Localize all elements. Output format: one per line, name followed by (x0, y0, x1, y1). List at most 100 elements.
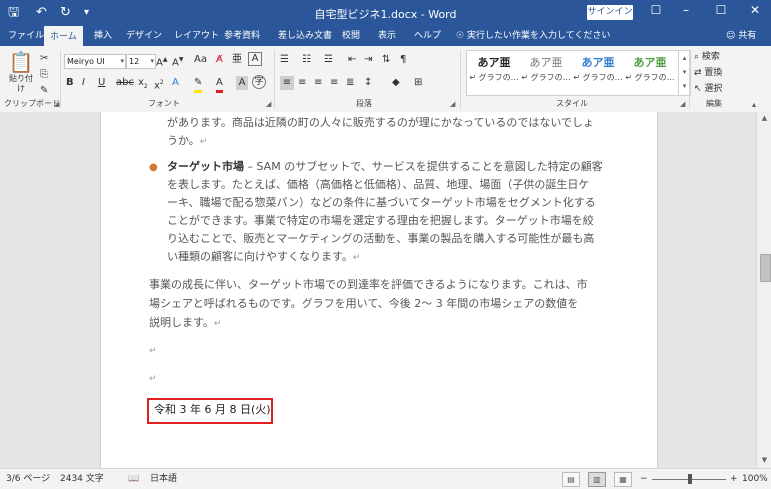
style-sample: あア亜 (581, 56, 615, 69)
web-layout-icon[interactable]: ▦ (614, 472, 632, 487)
proofing-icon[interactable]: 📖 (128, 472, 139, 486)
style-name: ↵ グラフの… (469, 73, 519, 82)
align-center-icon[interactable]: ≡ (298, 76, 306, 90)
tab-mailings[interactable]: 差し込み文書 (278, 26, 332, 46)
paragraph-mark: ↵ (352, 253, 361, 263)
find-label: 検索 (701, 52, 720, 62)
enclose-characters-icon[interactable]: A (248, 52, 262, 66)
maximize-icon[interactable]: ☐ (711, 3, 731, 17)
select-arrow-icon: ↖ (694, 84, 702, 94)
bold-icon[interactable]: B (66, 76, 74, 90)
tell-me-search[interactable]: ☉ 実行したい作業を入力してください (456, 26, 610, 46)
share-button[interactable]: ☺ 共有 (726, 26, 756, 46)
clear-formatting-icon[interactable]: A̸ (216, 53, 223, 67)
font-size-combo[interactable]: 12 ▾ (126, 54, 156, 69)
change-case-icon[interactable]: Aa (194, 53, 207, 67)
multilevel-list-icon[interactable]: ☲ (324, 53, 333, 67)
font-color-icon[interactable]: A (216, 76, 223, 93)
cut-icon[interactable]: ✂ (40, 52, 48, 66)
sort-icon[interactable]: ⇅ (382, 53, 390, 67)
tab-file[interactable]: ファイル (8, 26, 44, 46)
scroll-up-icon[interactable]: ▲ (757, 114, 771, 122)
justify-icon[interactable]: ≡ (330, 76, 338, 90)
enclosed-character-icon[interactable]: 字 (252, 75, 266, 89)
style-item[interactable]: あア亜 ↵ グラフの… (469, 55, 519, 85)
show-marks-icon[interactable]: ¶ (400, 53, 406, 67)
page-count[interactable]: 3/6 ページ (6, 472, 50, 486)
tab-design[interactable]: デザイン (126, 26, 162, 46)
replace-button[interactable]: ⇄ 置換 (694, 66, 722, 80)
text-line: があります。商品は近隣の町の人々に販売するのが理にかなっているのではないでしょ (167, 116, 595, 129)
tab-layout[interactable]: レイアウト (174, 26, 219, 46)
font-launcher-icon[interactable]: ◢ (266, 100, 271, 108)
style-sample: あア亜 (633, 56, 667, 69)
close-icon[interactable]: ✕ (745, 3, 765, 17)
clipboard-icon: 📋 (8, 50, 34, 74)
copy-icon[interactable]: ⎘ (40, 68, 48, 82)
strikethrough-icon[interactable]: abc (116, 76, 134, 90)
borders-icon[interactable]: ⊞ (414, 76, 422, 90)
paragraph-launcher-icon[interactable]: ◢ (450, 100, 455, 108)
zoom-in-icon[interactable]: + (730, 472, 738, 486)
styles-group-label: スタイル (556, 99, 588, 108)
shrink-font-icon[interactable]: A▼ (172, 53, 183, 70)
paste-button[interactable]: 📋 貼り付け (6, 50, 36, 94)
align-right-icon[interactable]: ≡ (314, 76, 322, 90)
style-sample: あア亜 (477, 56, 511, 69)
shading-icon[interactable]: ◆ (392, 76, 400, 90)
superscript-icon[interactable]: x2 (154, 76, 164, 93)
font-name-combo[interactable]: Meiryo UI ▾ (64, 54, 126, 69)
scroll-down-icon[interactable]: ▼ (757, 456, 771, 464)
vertical-scrollbar[interactable]: ▲ ▼ (756, 112, 771, 468)
tab-references[interactable]: 参考資料 (224, 26, 260, 46)
increase-indent-icon[interactable]: ⇥ (364, 53, 372, 67)
align-left-icon[interactable]: ≡ (280, 76, 294, 90)
grow-font-icon[interactable]: A▲ (156, 53, 167, 70)
subscript-icon[interactable]: x2 (138, 76, 148, 94)
date-text[interactable]: 令和 3 年 6 月 8 日(火) (154, 402, 271, 418)
group-divider (60, 50, 61, 108)
bullet-title: ターゲット市場 (167, 160, 244, 173)
underline-icon[interactable]: U (98, 76, 105, 90)
document-page[interactable]: があります。商品は近隣の町の人々に販売するのが理にかなっているのではないでしょ … (101, 112, 657, 468)
scrollbar-thumb[interactable] (760, 254, 771, 282)
language-indicator[interactable]: 日本語 (150, 472, 177, 486)
decrease-indent-icon[interactable]: ⇤ (348, 53, 356, 67)
italic-icon[interactable]: I (82, 76, 85, 90)
text-line: り込むことで、販売とマーケティングの活動を、事業の製品を購入する可能性が最も高 (167, 232, 595, 245)
read-mode-icon[interactable]: ▤ (562, 472, 580, 487)
distributed-icon[interactable]: ≣ (346, 76, 354, 90)
paragraph-group-label: 段落 (356, 99, 372, 108)
style-item[interactable]: あア亜 ↵ グラフの… (521, 55, 571, 85)
character-shading-icon[interactable]: A (236, 76, 248, 90)
search-icon: ⌕ (694, 52, 700, 62)
tab-view[interactable]: 表示 (378, 26, 396, 46)
text-effects-icon[interactable]: A (172, 76, 179, 90)
print-layout-icon[interactable]: ▥ (588, 472, 606, 487)
line-spacing-icon[interactable]: ↕ (364, 76, 372, 90)
clipboard-launcher-icon[interactable]: ◢ (54, 100, 59, 108)
tab-review[interactable]: 校閲 (342, 26, 360, 46)
zoom-out-icon[interactable]: − (640, 472, 648, 486)
tab-help[interactable]: ヘルプ (414, 26, 441, 46)
select-button[interactable]: ↖ 選択 (694, 82, 722, 96)
format-painter-icon[interactable]: ✎ (40, 84, 48, 98)
bullets-icon[interactable]: ☰ (280, 53, 289, 67)
signin-button[interactable]: サインイン (587, 5, 633, 20)
tab-home[interactable]: ホーム (44, 26, 83, 47)
numbering-icon[interactable]: ☷ (302, 53, 311, 67)
ribbon-display-icon[interactable]: ☐ (646, 3, 666, 17)
style-item[interactable]: あア亜 ↵ グラフの… (625, 55, 675, 85)
phonetic-guide-icon[interactable]: 亜 (232, 53, 242, 67)
tab-insert[interactable]: 挿入 (94, 26, 112, 46)
highlight-icon[interactable]: ✎ (194, 76, 203, 93)
find-button[interactable]: ⌕ 検索 (694, 50, 720, 64)
word-count[interactable]: 2434 文字 (60, 472, 104, 486)
styles-launcher-icon[interactable]: ◢ (680, 100, 685, 108)
minimize-icon[interactable]: – (676, 3, 696, 17)
zoom-slider-thumb[interactable] (688, 474, 692, 484)
style-item[interactable]: あア亜 ↵ グラフの… (573, 55, 623, 85)
group-divider (689, 50, 690, 108)
collapse-ribbon-icon[interactable]: ▴ (752, 100, 756, 109)
zoom-level[interactable]: 100% (742, 472, 768, 486)
